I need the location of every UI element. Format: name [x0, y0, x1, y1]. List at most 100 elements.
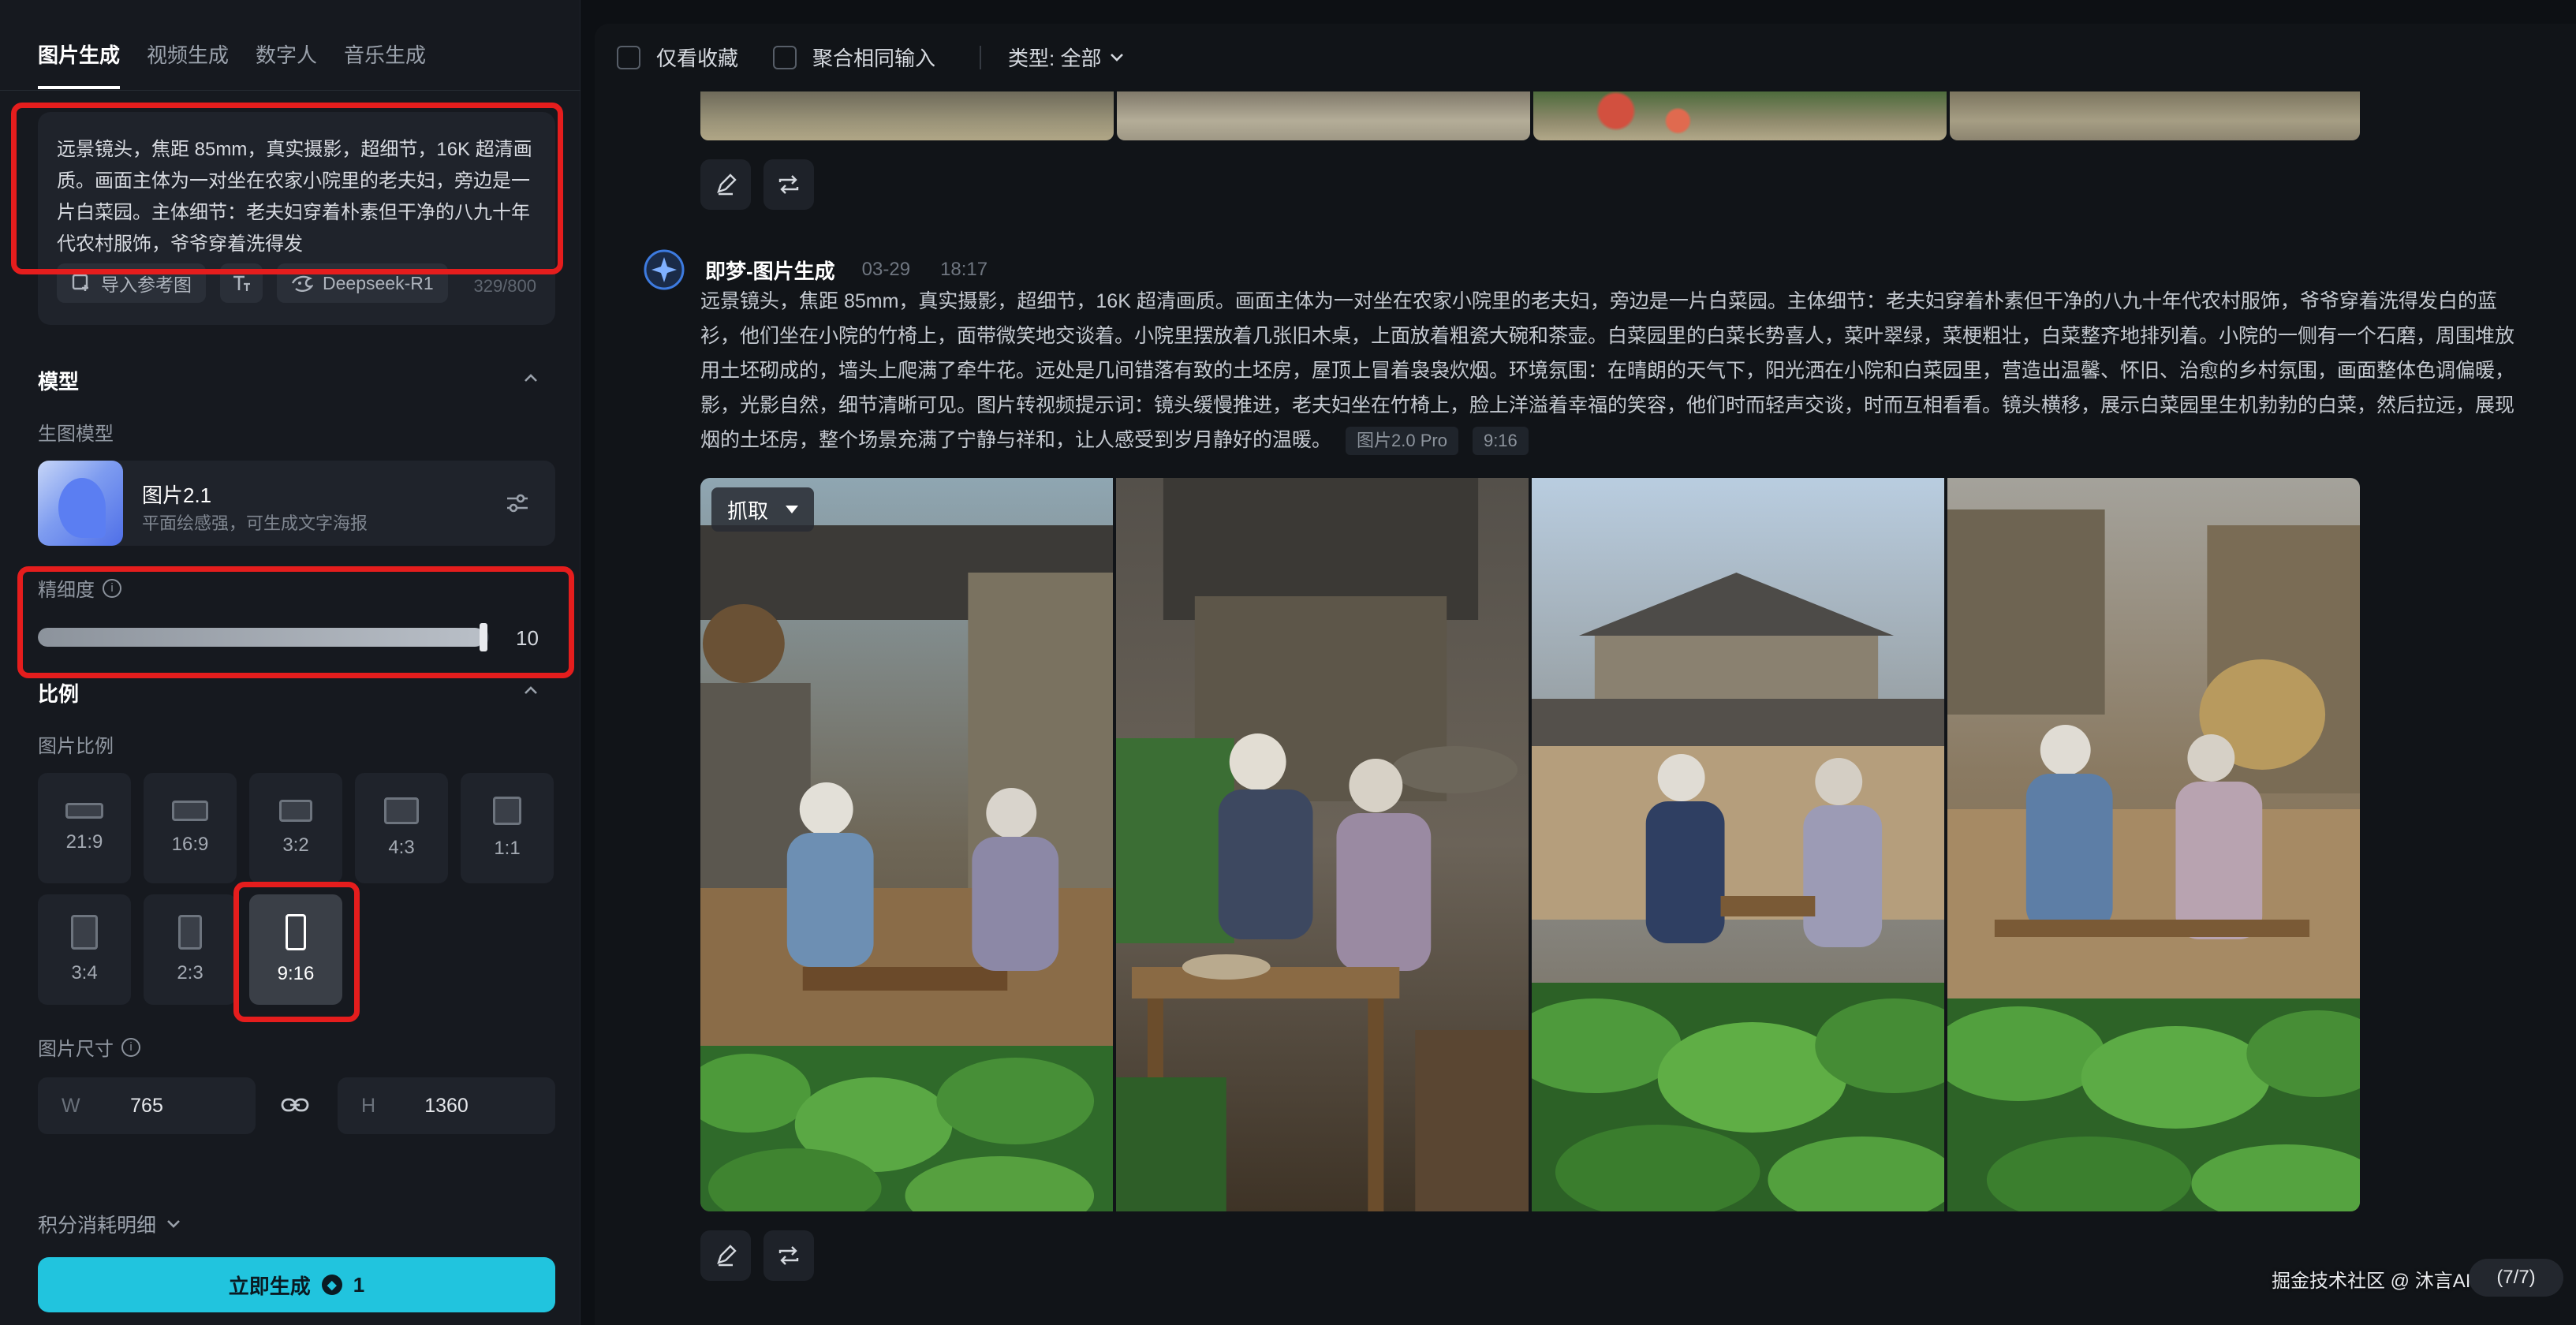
ratio-1-1-label: 1:1 — [494, 838, 521, 859]
info-icon[interactable]: i — [103, 578, 121, 598]
model-selector[interactable]: 图片2.1 平面绘感强，可生成文字海报 — [38, 461, 555, 546]
prompt-line: 用土坯砌成的，墙头上爬满了牵牛花。远处是几间错落有致的土坯房，屋顶上冒着袅袅炊烟… — [700, 360, 2515, 382]
generation-title: 即梦-图片生成 — [705, 259, 835, 283]
regenerate-button[interactable] — [763, 1230, 814, 1281]
generated-image-1[interactable]: 抓取 — [700, 478, 1113, 1211]
edit-button[interactable] — [700, 159, 751, 210]
previous-image-4[interactable] — [1950, 91, 2360, 140]
ratio-2-3[interactable]: 2:3 — [144, 894, 237, 1005]
info-icon[interactable]: i — [121, 1037, 140, 1057]
tabs-divider — [0, 90, 581, 91]
height-field[interactable]: H 1360 — [338, 1077, 555, 1134]
repeat-icon — [778, 175, 799, 194]
edit-button[interactable] — [700, 1230, 751, 1281]
model-name: 图片2.1 — [142, 483, 212, 507]
tab-image-generation[interactable]: 图片生成 — [38, 39, 121, 89]
filter-bar: 仅看收藏 聚合相同输入 类型: 全部 — [617, 43, 1125, 72]
detail-slider-handle[interactable] — [480, 623, 488, 651]
text-style-button[interactable] — [220, 263, 263, 303]
generation-time: 18:17 — [940, 259, 988, 280]
model-description: 平面绘感强，可生成文字海报 — [142, 513, 368, 533]
text-format-icon — [233, 275, 250, 291]
ratio-3-4-icon — [71, 915, 98, 950]
sliders-settings-icon[interactable] — [503, 489, 532, 517]
detail-label: 精细度 — [38, 580, 95, 601]
grab-label: 抓取 — [727, 498, 769, 523]
type-filter-label: 类型: 全部 — [1008, 47, 1102, 70]
credit-coin-icon: ◆ — [321, 1275, 342, 1295]
credits-detail-toggle[interactable]: 积分消耗明细 — [38, 1210, 181, 1238]
ratio-label-text: 图片比例 — [38, 736, 114, 757]
ratio-9-16-label: 9:16 — [277, 963, 315, 984]
checkbox-box — [773, 45, 797, 69]
width-field[interactable]: W 765 — [38, 1077, 256, 1134]
favorites-only-checkbox[interactable]: 仅看收藏 — [617, 43, 738, 72]
repeat-icon — [778, 1246, 799, 1265]
ratio-16-9[interactable]: 16:9 — [144, 773, 237, 883]
chevron-up-icon[interactable] — [523, 683, 539, 699]
ratio-9-16-icon — [286, 914, 306, 950]
merge-same-input-checkbox[interactable]: 聚合相同输入 — [773, 43, 935, 72]
prompt-line: 远景镜头，焦距 85mm，真实摄影，超细节，16K 超清画质。画面主体为一对坐在… — [700, 290, 2497, 312]
ratio-2-3-icon — [178, 915, 202, 950]
results-area: 仅看收藏 聚合相同输入 类型: 全部 即梦-图片生成 03-29 18:17 远… — [595, 24, 2576, 1325]
ratio-16-9-label: 16:9 — [171, 834, 209, 855]
tab-music-generation[interactable]: 音乐生成 — [344, 39, 426, 89]
ratio-21-9[interactable]: 21:9 — [38, 773, 131, 883]
ratio-2-3-label: 2:3 — [177, 962, 203, 983]
detail-label-row: 精细度 i — [38, 574, 121, 602]
previous-image-2[interactable] — [1117, 91, 1530, 140]
import-reference-label: 导入参考图 — [101, 274, 192, 295]
ratio-16-9-icon — [172, 801, 208, 821]
generated-image-4[interactable] — [1947, 478, 2360, 1211]
ratio-1-1[interactable]: 1:1 — [461, 773, 554, 883]
chevron-up-icon[interactable] — [523, 371, 539, 386]
ratio-3-4-label: 3:4 — [71, 962, 98, 983]
generation-model-text: 生图模型 — [38, 424, 114, 445]
generation-date: 03-29 — [861, 259, 911, 280]
left-panel: 图片生成 视频生成 数字人 音乐生成 远景镜头，焦距 85mm，真实摄影，超细节… — [0, 0, 581, 1325]
prompt-box: 远景镜头，焦距 85mm，真实摄影，超细节，16K 超清画质。画面主体为一对坐在… — [38, 112, 555, 325]
tab-digital-human[interactable]: 数字人 — [256, 39, 317, 89]
ratio-4-3[interactable]: 4:3 — [355, 773, 448, 883]
ratio-label: 图片比例 — [38, 730, 114, 758]
width-value: 765 — [130, 1094, 163, 1117]
ratio-3-2[interactable]: 3:2 — [249, 773, 342, 883]
deepseek-model-chip[interactable]: Deepseek-R1 — [277, 263, 448, 303]
ratio-9-16[interactable]: 9:16 — [249, 894, 342, 1005]
model-thumbnail — [38, 461, 123, 546]
previous-image-1[interactable] — [700, 91, 1114, 140]
dreamina-logo-icon — [644, 249, 685, 290]
generate-cost: 1 — [353, 1272, 365, 1297]
elderly-couple-yard-image — [1947, 478, 2360, 1211]
caret-down-icon — [786, 506, 799, 513]
prompt-textarea[interactable]: 远景镜头，焦距 85mm，真实摄影，超细节，16K 超清画质。画面主体为一对坐在… — [57, 134, 538, 260]
page-indicator[interactable]: (7/7) — [2469, 1259, 2563, 1297]
elderly-couple-table-image — [1116, 478, 1529, 1211]
import-reference-button[interactable]: 导入参考图 — [57, 263, 206, 303]
regenerate-button[interactable] — [763, 159, 814, 210]
ratio-3-2-icon — [279, 800, 312, 822]
previous-image-3[interactable] — [1533, 91, 1947, 140]
link-icon[interactable] — [281, 1093, 309, 1117]
generated-images: 抓取 — [700, 478, 2360, 1211]
elderly-couple-courtyard-image — [700, 478, 1113, 1211]
tab-video-generation[interactable]: 视频生成 — [147, 39, 229, 89]
ratio-4-3-icon — [384, 797, 419, 824]
image-import-icon — [72, 274, 88, 291]
ratio-1-1-icon — [493, 797, 521, 825]
deepseek-icon — [291, 275, 313, 293]
model-tag: 图片2.0 Pro — [1346, 427, 1458, 455]
generated-image-3[interactable] — [1532, 478, 1944, 1211]
generate-button[interactable]: 立即生成 ◆ 1 — [38, 1257, 555, 1312]
generation-model-label: 生图模型 — [38, 418, 114, 446]
ratio-3-4[interactable]: 3:4 — [38, 894, 131, 1005]
generated-image-2[interactable] — [1116, 478, 1529, 1211]
type-filter-dropdown[interactable]: 类型: 全部 — [1008, 43, 1125, 72]
grab-dropdown-button[interactable]: 抓取 — [711, 487, 815, 532]
detail-slider-track[interactable] — [38, 628, 489, 647]
character-count: 329/800 — [473, 276, 536, 296]
ratio-section-title: 比例 — [38, 682, 80, 706]
generate-label: 立即生成 — [228, 1274, 311, 1298]
favorites-only-label: 仅看收藏 — [656, 47, 739, 70]
